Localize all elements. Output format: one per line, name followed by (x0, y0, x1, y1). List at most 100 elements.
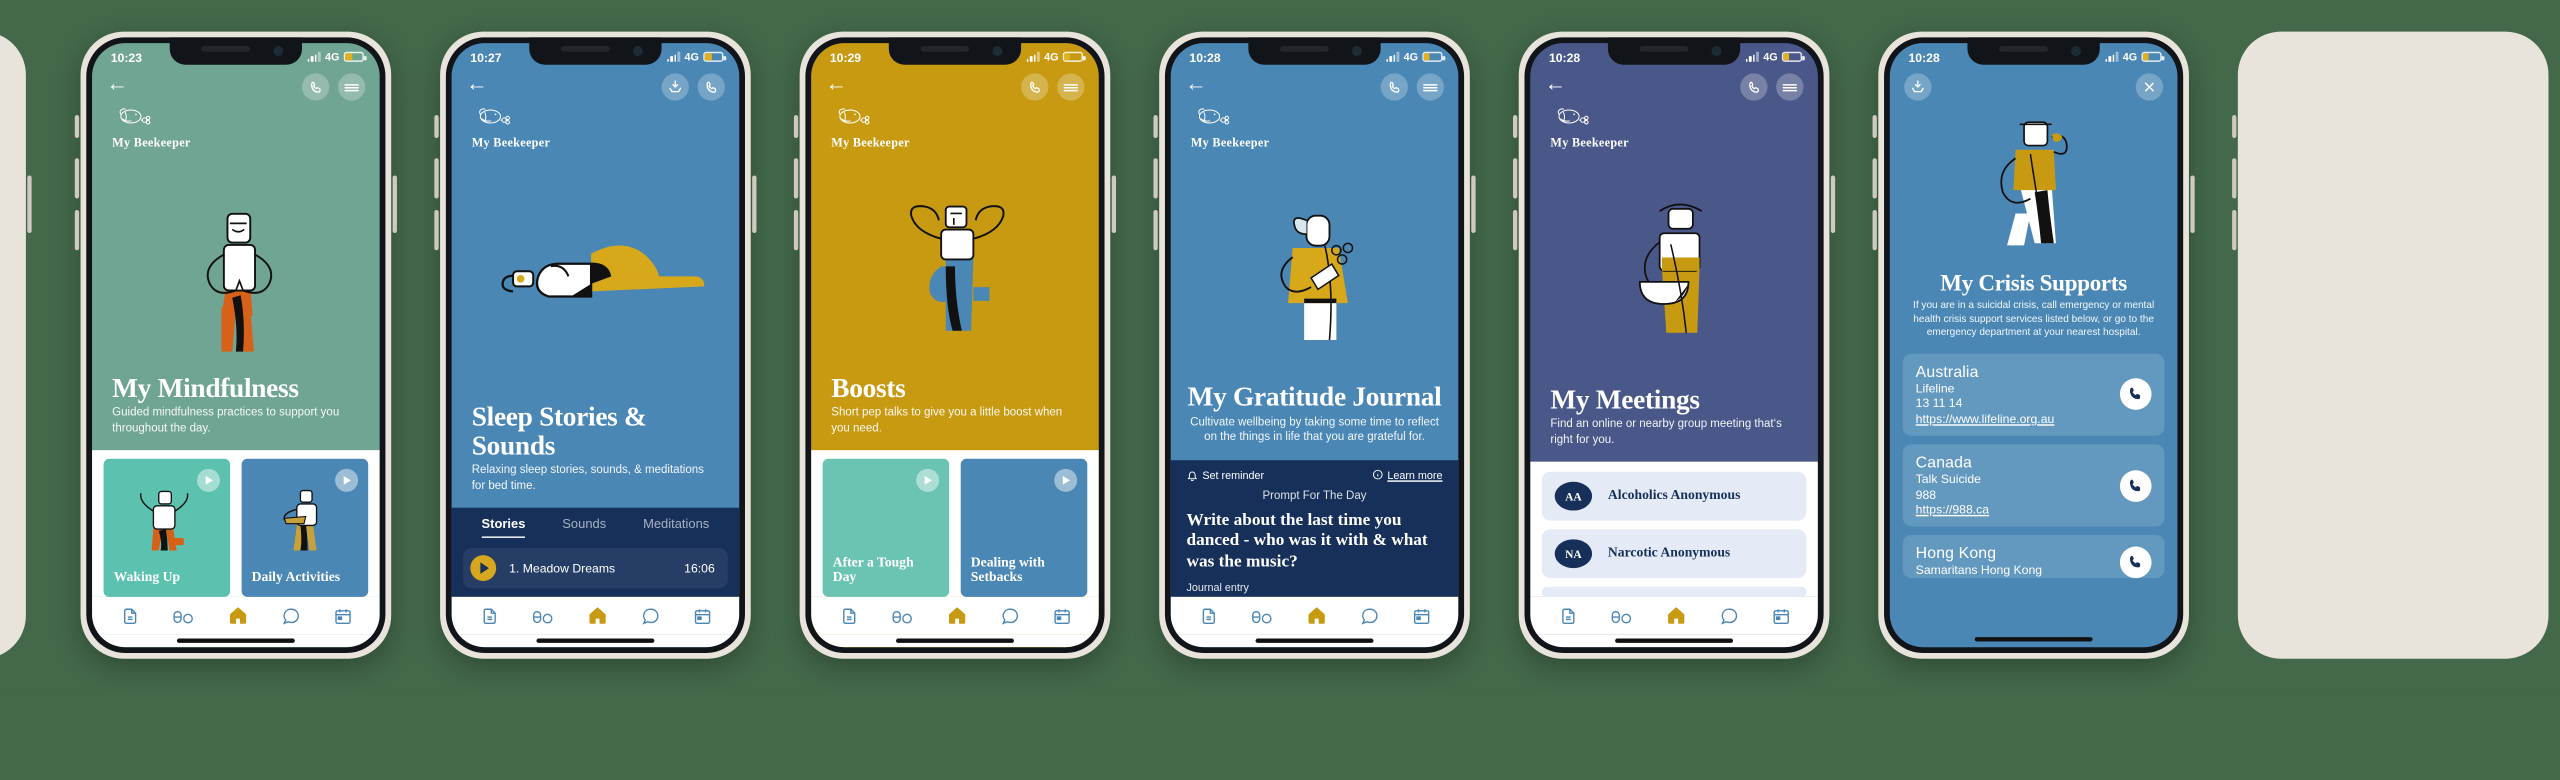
content-card[interactable]: Waking Up (103, 458, 231, 597)
support-url[interactable]: https://www.lifeline.org.au (1916, 411, 2120, 425)
learn-more-link[interactable]: Learn more (1372, 469, 1443, 482)
brand-name: My Beekeeper (1190, 135, 1270, 150)
phone-icon[interactable] (302, 73, 330, 101)
meeting-badge: AA (1554, 481, 1593, 511)
nav-pills-icon[interactable] (531, 606, 553, 625)
nav-chat-icon[interactable] (1000, 606, 1019, 625)
call-button[interactable] (2119, 469, 2152, 502)
status-time: 10:28 (1189, 49, 1221, 64)
support-row[interactable]: Canada Talk Suicide 988 https://988.ca (1902, 444, 2165, 527)
hero-illustration-person-with-flowers (1171, 150, 1459, 385)
card-tray: After a Tough Day Dealing with Setbacks (811, 450, 1099, 597)
meeting-row[interactable]: AA Alcoholics Anonymous (1541, 471, 1807, 521)
set-reminder-button[interactable]: Set reminder (1187, 469, 1264, 482)
hero-text: My Mindfulness Guided mindfulness practi… (92, 375, 380, 450)
phone-icon[interactable] (1021, 73, 1049, 101)
network-label: 4G (2122, 50, 2138, 64)
status-bar: 10:28 4G (1171, 43, 1459, 70)
page-title: Boosts (831, 373, 906, 404)
nav-chat-icon[interactable] (1719, 606, 1738, 625)
menu-icon[interactable] (1057, 73, 1085, 101)
phone-crisis: 10:28 4G My Crisis Supports If you are i… (1872, 31, 2195, 659)
bell-icon (1187, 471, 1198, 481)
tab-meditations[interactable]: Meditations (643, 516, 709, 538)
hero-illustration-walking-person (1890, 101, 2178, 274)
signal-bars-icon (1385, 51, 1400, 62)
nav-document-icon[interactable] (480, 606, 499, 625)
meetings-list: AA Alcoholics Anonymous NA Narcotic Anon… (1530, 461, 1818, 597)
play-icon[interactable] (1054, 468, 1078, 492)
content-card[interactable]: After a Tough Day (822, 458, 950, 597)
menu-icon[interactable] (337, 73, 366, 101)
nav-home-icon[interactable] (586, 605, 608, 625)
support-country: Canada (1915, 454, 1972, 472)
home-indicator (811, 634, 1099, 648)
nav-calendar-icon[interactable] (1052, 606, 1071, 625)
phone-icon[interactable] (1380, 73, 1408, 101)
nav-home-icon[interactable] (946, 605, 968, 625)
content-card[interactable]: Dealing with Setbacks (960, 458, 1088, 597)
meeting-row[interactable]: NA Narcotic Anonymous (1541, 529, 1807, 579)
hero-illustration-person-with-basket (1530, 150, 1818, 387)
track-duration: 16:06 (684, 560, 715, 576)
status-time: 10:28 (1548, 49, 1581, 64)
nav-pills-icon[interactable] (172, 606, 194, 625)
content-card[interactable]: Daily Activities (241, 458, 369, 597)
support-service: Talk Suicide (1915, 471, 1981, 487)
back-button[interactable]: ← (106, 73, 128, 95)
download-icon[interactable] (661, 73, 689, 101)
nav-home-icon[interactable] (1305, 605, 1327, 625)
nav-pills-icon[interactable] (1610, 606, 1632, 625)
support-row[interactable]: Australia Lifeline 13 11 14 https://www.… (1902, 353, 2165, 436)
nav-pills-icon[interactable] (1251, 606, 1273, 625)
card-title: Daily Activities (251, 571, 341, 586)
tab-stories[interactable]: Stories (481, 516, 526, 538)
back-button[interactable]: ← (826, 73, 848, 95)
back-button[interactable]: ← (1185, 73, 1207, 95)
meeting-row-partial[interactable] (1541, 586, 1807, 597)
nav-chat-icon[interactable] (1360, 606, 1379, 625)
play-icon[interactable] (916, 468, 940, 492)
phone-icon[interactable] (1740, 73, 1768, 101)
support-url[interactable]: https://988.ca (1916, 502, 2120, 516)
nav-calendar-icon[interactable] (333, 606, 352, 625)
support-country: Australia (1915, 363, 1979, 381)
phone-icon[interactable] (697, 73, 725, 101)
nav-chat-icon[interactable] (281, 606, 300, 625)
page-title: My Crisis Supports (1940, 271, 2127, 297)
network-label: 4G (684, 50, 699, 64)
nav-calendar-icon[interactable] (692, 606, 711, 625)
journal-panel: Set reminder Learn more Prompt For The D… (1170, 459, 1459, 597)
track-row[interactable]: 1. Meadow Dreams 16:06 (463, 547, 728, 589)
home-indicator (1890, 631, 2178, 647)
brand: My Beekeeper (811, 101, 1099, 150)
nav-chat-icon[interactable] (641, 606, 660, 625)
nav-document-icon[interactable] (1199, 606, 1218, 625)
back-button[interactable]: ← (1545, 73, 1567, 95)
call-button[interactable] (2119, 545, 2152, 578)
back-button[interactable]: ← (466, 73, 488, 95)
download-icon[interactable] (1904, 73, 1932, 101)
info-icon (1372, 470, 1383, 480)
nav-home-icon[interactable] (1665, 605, 1687, 625)
nav-calendar-icon[interactable] (1771, 606, 1790, 625)
hero-illustration-meditating-person (92, 150, 380, 375)
nav-document-icon[interactable] (839, 606, 858, 625)
bottom-nav (92, 596, 380, 635)
support-row[interactable]: Hong Kong Samaritans Hong Kong (1902, 535, 2165, 578)
journal-entry-label: Journal entry (1186, 581, 1249, 594)
status-time: 10:29 (829, 49, 862, 64)
menu-icon[interactable] (1776, 73, 1804, 101)
nav-document-icon[interactable] (1558, 606, 1577, 625)
nav-document-icon[interactable] (120, 606, 139, 625)
screenshot-stage: 10:23 4G ← My Beekeeper My Mindfulness G… (0, 0, 2560, 691)
nav-home-icon[interactable] (227, 605, 249, 625)
tab-sounds[interactable]: Sounds (562, 516, 606, 538)
play-icon[interactable] (470, 555, 497, 582)
menu-icon[interactable] (1416, 73, 1444, 101)
call-button[interactable] (2119, 378, 2152, 411)
close-icon[interactable] (2135, 73, 2164, 101)
nav-pills-icon[interactable] (891, 606, 913, 625)
nav-calendar-icon[interactable] (1412, 606, 1431, 625)
status-bar: 10:23 4G (92, 43, 380, 70)
